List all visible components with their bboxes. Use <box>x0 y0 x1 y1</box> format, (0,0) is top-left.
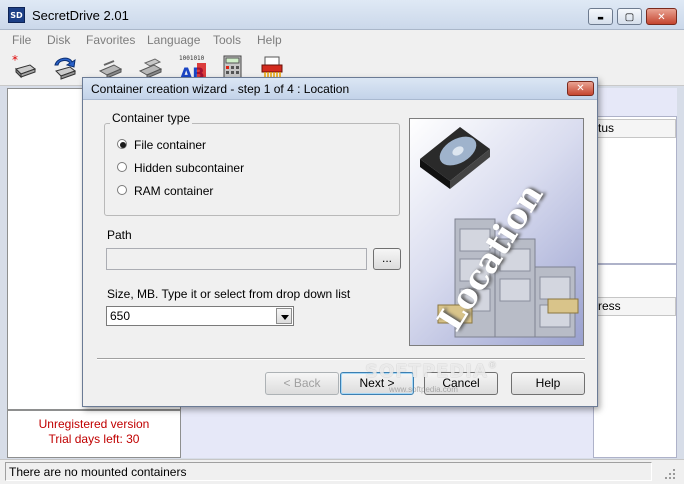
radio-hidden-subcontainer-label: Hidden subcontainer <box>134 161 245 175</box>
size-label: Size, MB. Type it or select from drop do… <box>107 287 351 301</box>
maximize-button[interactable]: ▢ <box>617 8 642 25</box>
status-bar: There are no mounted containers <box>0 459 684 484</box>
minimize-icon: ▬ <box>597 14 604 22</box>
softpedia-watermark: SOFTPEDIA® <box>365 361 498 382</box>
radio-ram-container[interactable]: RAM container <box>117 183 237 199</box>
mounted-list-panel[interactable]: tus <box>593 116 677 264</box>
radio-file-container-indicator[interactable] <box>117 139 127 149</box>
close-icon: ✕ <box>576 83 585 94</box>
window-title: SecretDrive 2.01 <box>32 8 129 23</box>
radio-hidden-subcontainer-indicator[interactable] <box>117 162 127 172</box>
help-button[interactable]: Help <box>511 372 585 395</box>
watermark-main: SOFTPEDIA <box>365 361 488 382</box>
svg-text:*: * <box>12 53 18 67</box>
encrypt-bits: 1001010 <box>179 55 205 62</box>
mount-icon <box>54 57 77 80</box>
menu-bar: File Disk Favorites Language Tools Help <box>0 30 684 50</box>
path-input[interactable] <box>106 248 367 270</box>
radio-file-container[interactable]: File container <box>117 137 237 153</box>
resize-grip-icon[interactable] <box>660 464 678 482</box>
container-wizard-dialog: Container creation wizard - step 1 of 4 … <box>82 77 598 407</box>
watermark-url: www.softpedia.com <box>389 385 458 394</box>
radio-ram-container-label: RAM container <box>134 184 214 198</box>
chevron-down-icon <box>281 315 289 320</box>
size-combobox[interactable]: 650 <box>106 306 294 326</box>
close-icon: ✕ <box>657 12 666 23</box>
radio-ram-container-indicator[interactable] <box>117 185 127 195</box>
hard-drive-icon <box>420 127 490 189</box>
maximize-icon: ▢ <box>624 12 635 23</box>
dialog-separator <box>97 358 585 360</box>
menu-help[interactable]: Help <box>252 32 287 48</box>
column-header-progress[interactable]: ress <box>594 297 676 316</box>
registration-panel: Unregistered version Trial days left: 30 <box>7 410 181 458</box>
app-logo-icon: SD <box>8 7 25 23</box>
dialog-close-button[interactable]: ✕ <box>567 81 594 96</box>
container-type-legend: Container type <box>110 111 193 125</box>
minimize-button[interactable]: ▬ <box>588 8 613 25</box>
dialog-title: Container creation wizard - step 1 of 4 … <box>91 82 350 96</box>
location-artwork: Location <box>409 118 584 346</box>
progress-list-panel[interactable]: ress <box>593 264 677 458</box>
column-header-status[interactable]: tus <box>594 119 676 138</box>
radio-file-container-label: File container <box>134 138 207 152</box>
size-dropdown-button[interactable] <box>276 308 292 324</box>
path-label: Path <box>107 228 132 242</box>
new-container-icon: * <box>12 53 37 79</box>
radio-hidden-subcontainer[interactable]: Hidden subcontainer <box>117 160 257 176</box>
unregistered-label: Unregistered version <box>38 417 150 431</box>
trial-days-label: Trial days left: 30 <box>48 432 140 446</box>
back-button[interactable]: < Back <box>265 372 339 395</box>
browse-button[interactable]: ... <box>373 248 401 270</box>
size-value: 650 <box>110 309 131 323</box>
status-text: There are no mounted containers <box>5 462 652 481</box>
main-titlebar[interactable]: SD SecretDrive 2.01 ▬ ▢ ✕ <box>0 0 684 30</box>
new-container-button[interactable]: * <box>10 53 38 81</box>
menu-favorites[interactable]: Favorites <box>81 32 140 48</box>
menu-disk[interactable]: Disk <box>42 32 75 48</box>
menu-language[interactable]: Language <box>142 32 205 48</box>
close-button[interactable]: ✕ <box>646 8 677 25</box>
menu-file[interactable]: File <box>7 32 36 48</box>
watermark-mark: ® <box>487 361 498 371</box>
mount-button[interactable] <box>50 53 78 81</box>
dialog-titlebar[interactable]: Container creation wizard - step 1 of 4 … <box>83 78 597 100</box>
menu-tools[interactable]: Tools <box>208 32 246 48</box>
